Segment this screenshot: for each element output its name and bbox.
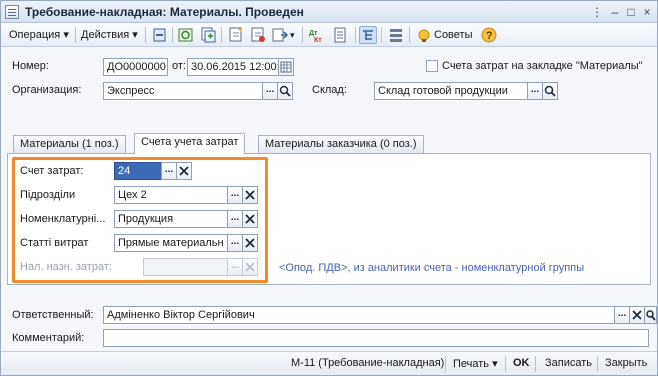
warehouse-label: Склад: bbox=[312, 84, 347, 96]
close-form-button[interactable]: Закрыть bbox=[605, 357, 647, 369]
toolbar-divider bbox=[381, 27, 382, 43]
debit-credit-icon[interactable]: Дт Кт bbox=[307, 26, 325, 44]
minimize-button[interactable]: – bbox=[607, 4, 623, 20]
ok-button[interactable]: OK bbox=[513, 357, 530, 369]
number-field[interactable]: ДО0000000 bbox=[103, 58, 168, 76]
copy-document-icon[interactable] bbox=[199, 26, 217, 44]
unpost-document-icon[interactable] bbox=[249, 26, 267, 44]
help-icon[interactable]: ? bbox=[480, 26, 498, 44]
responsible-field[interactable]: Адміненко Віктор Сергійович bbox=[103, 306, 615, 324]
search-icon bbox=[646, 310, 656, 321]
toolbar-divider bbox=[409, 27, 410, 43]
tips-button[interactable]: Советы bbox=[434, 26, 472, 44]
based-on-icon[interactable] bbox=[271, 26, 289, 44]
print-form-button[interactable]: М-11 (Требование-накладная) bbox=[291, 357, 444, 369]
based-on-dropdown-icon[interactable]: ▾ bbox=[290, 26, 295, 44]
date-from-label: от: bbox=[172, 60, 186, 72]
actions-menu[interactable]: Действия ▾ bbox=[81, 26, 138, 44]
tab-expense-accounts[interactable]: Счета учета затрат bbox=[134, 133, 246, 154]
svg-text:Кт: Кт bbox=[314, 37, 322, 44]
save-button[interactable]: Записать bbox=[545, 357, 592, 369]
print-label: Печать bbox=[453, 358, 490, 370]
close-button[interactable]: × bbox=[639, 4, 655, 20]
svg-text:Дт: Дт bbox=[309, 30, 318, 37]
comment-field[interactable] bbox=[103, 329, 649, 347]
responsible-open-button[interactable] bbox=[644, 306, 657, 324]
toolbar-divider bbox=[221, 27, 222, 43]
list-view-icon[interactable] bbox=[387, 26, 405, 44]
responsible-select-button[interactable]: ... bbox=[614, 306, 630, 324]
operation-menu[interactable]: Операция ▾ bbox=[9, 26, 69, 44]
svg-text:?: ? bbox=[486, 30, 493, 42]
organization-open-button[interactable] bbox=[277, 82, 293, 100]
window-title: Требование-накладная: Материалы. Проведе… bbox=[25, 5, 304, 19]
toolbar-divider bbox=[355, 27, 356, 43]
warehouse-field[interactable]: Склад готовой продукции bbox=[374, 82, 528, 100]
maximize-button[interactable]: □ bbox=[623, 4, 639, 20]
toolbar: Операция ▾ Действия ▾ ▾ Дт Кт Советы ? bbox=[1, 23, 657, 47]
organization-select-button[interactable]: ... bbox=[262, 82, 278, 100]
menu-dots-icon[interactable]: ⋮ bbox=[589, 4, 605, 20]
document-window: Требование-накладная: Материалы. Проведе… bbox=[0, 0, 658, 376]
bottom-divider bbox=[445, 356, 446, 372]
bottom-divider bbox=[597, 356, 598, 372]
tab-customer-materials[interactable]: Материалы заказчика (0 поз.) bbox=[258, 135, 424, 153]
number-label: Номер: bbox=[12, 60, 49, 72]
structure-icon[interactable] bbox=[359, 26, 377, 44]
post-document-icon[interactable] bbox=[227, 26, 245, 44]
responsible-clear-button[interactable] bbox=[629, 306, 645, 324]
comment-label: Комментарий: bbox=[12, 332, 85, 344]
organization-field[interactable]: Экспресс bbox=[103, 82, 263, 100]
responsible-label: Ответственный: bbox=[12, 309, 94, 321]
date-field[interactable]: 30.06.2015 12:00: bbox=[187, 58, 279, 76]
bottom-divider bbox=[535, 356, 536, 372]
highlight-frame bbox=[12, 157, 268, 283]
toolbar-divider bbox=[145, 27, 146, 43]
expense-accounts-checkbox[interactable] bbox=[426, 60, 438, 72]
tab-materials[interactable]: Материалы (1 поз.) bbox=[13, 135, 126, 153]
operation-label: Операция bbox=[9, 29, 61, 41]
refresh-icon[interactable] bbox=[177, 26, 195, 44]
bottom-bar: М-11 (Требование-накладная) Печать ▾ OK … bbox=[1, 351, 657, 375]
actions-label: Действия bbox=[81, 29, 130, 41]
expense-accounts-checkbox-label: Счета затрат на закладке "Материалы" bbox=[442, 60, 643, 72]
warehouse-select-button[interactable]: ... bbox=[527, 82, 543, 100]
report-icon[interactable] bbox=[331, 26, 349, 44]
post-and-close-icon[interactable] bbox=[151, 26, 169, 44]
print-menu[interactable]: Печать ▾ bbox=[453, 357, 498, 370]
title-bar: Требование-накладная: Материалы. Проведе… bbox=[1, 1, 657, 23]
calendar-button[interactable] bbox=[278, 58, 294, 76]
organization-label: Организация: bbox=[12, 84, 82, 96]
toolbar-divider bbox=[75, 27, 76, 43]
tax-purpose-hint: <Опод. ПДВ>, из аналитики счета - номенк… bbox=[279, 262, 585, 274]
warehouse-open-button[interactable] bbox=[542, 82, 558, 100]
clear-icon bbox=[632, 310, 642, 320]
search-icon bbox=[544, 85, 556, 97]
toolbar-divider bbox=[172, 27, 173, 43]
toolbar-divider bbox=[302, 27, 303, 43]
document-icon bbox=[5, 5, 19, 19]
calendar-icon bbox=[280, 61, 292, 73]
tips-icon[interactable] bbox=[415, 26, 433, 44]
search-icon bbox=[279, 85, 291, 97]
bottom-divider bbox=[505, 356, 506, 372]
